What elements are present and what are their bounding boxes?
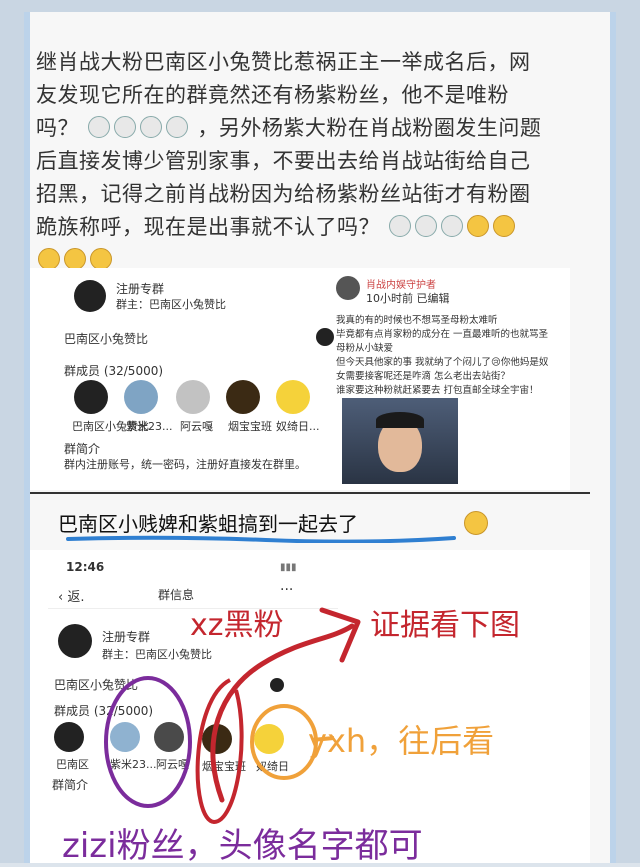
annotation-yxh: yxh，往后看 xyxy=(308,722,495,760)
annotation-xz: xz黑粉 xyxy=(190,608,284,643)
red-arrow xyxy=(210,623,355,803)
annotation-zizi: zizi粉丝，头像名字都可 xyxy=(62,826,423,866)
purple-circle xyxy=(104,676,192,808)
annotation-evidence: 证据看下图 xyxy=(370,608,520,643)
orange-circle xyxy=(250,704,318,780)
